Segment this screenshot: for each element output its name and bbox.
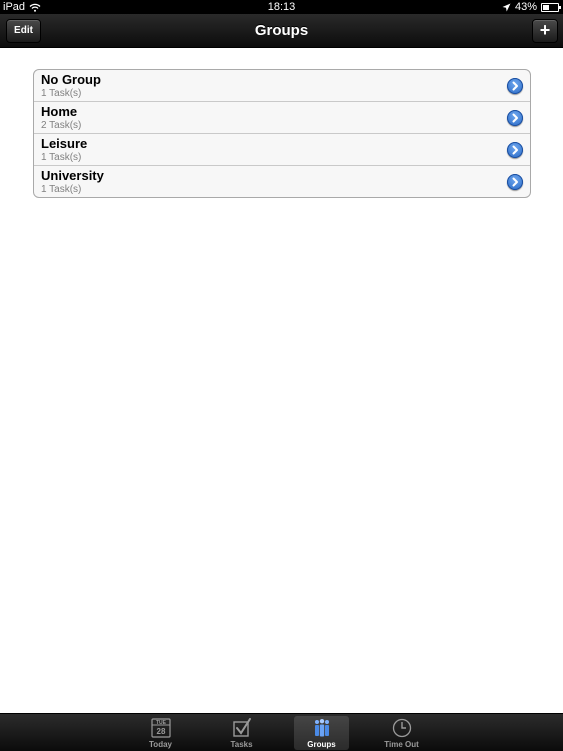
disclosure-chevron-icon[interactable]	[507, 78, 523, 94]
calendar-icon: TUE 28	[150, 718, 171, 738]
tab-label: Today	[149, 740, 172, 749]
group-task-count: 2 Task(s)	[41, 120, 82, 131]
tab-today[interactable]: TUE 28 Today	[133, 716, 188, 750]
group-name: Leisure	[41, 136, 88, 151]
group-task-count: 1 Task(s)	[41, 88, 82, 99]
tab-groups[interactable]: Groups	[294, 716, 349, 750]
calendar-day: TUE	[156, 720, 167, 726]
status-bar: iPad 18:13 43%	[0, 0, 563, 14]
clock-icon	[392, 718, 411, 738]
tab-label: Time Out	[384, 740, 419, 749]
tab-bar: TUE 28 Today Tasks Groups Time Out	[0, 713, 563, 751]
calendar-date: 28	[156, 727, 165, 736]
group-task-count: 1 Task(s)	[41, 184, 82, 195]
disclosure-chevron-icon[interactable]	[507, 110, 523, 126]
disclosure-chevron-icon[interactable]	[507, 142, 523, 158]
battery-icon	[541, 2, 561, 12]
page-title: Groups	[254, 22, 309, 39]
group-name: No Group	[41, 72, 101, 87]
people-icon	[314, 719, 329, 737]
group-name: University	[41, 168, 104, 183]
group-task-count: 1 Task(s)	[41, 152, 82, 163]
checkbox-icon	[232, 718, 251, 737]
tab-tasks[interactable]: Tasks	[214, 716, 269, 750]
status-right: 43%	[502, 0, 561, 14]
group-row-university[interactable]: University 1 Task(s)	[34, 166, 530, 197]
battery-fill	[543, 4, 549, 10]
disclosure-chevron-icon[interactable]	[507, 174, 523, 190]
group-row-home[interactable]: Home 2 Task(s)	[34, 102, 530, 134]
add-group-button[interactable]: +	[532, 19, 558, 43]
group-name: Home	[41, 104, 78, 119]
tab-label: Groups	[307, 740, 336, 749]
status-time: 18:13	[267, 1, 296, 13]
location-arrow-icon	[502, 3, 511, 11]
battery-percent: 43%	[514, 1, 537, 13]
tab-time-out[interactable]: Time Out	[374, 716, 429, 750]
tab-label: Tasks	[230, 740, 253, 749]
group-row-no-group[interactable]: No Group 1 Task(s)	[34, 70, 530, 102]
navigation-bar: Edit Groups +	[0, 14, 563, 48]
groups-table: No Group 1 Task(s) Home 2 Task(s) Leisur…	[33, 69, 531, 198]
group-row-leisure[interactable]: Leisure 1 Task(s)	[34, 134, 530, 166]
